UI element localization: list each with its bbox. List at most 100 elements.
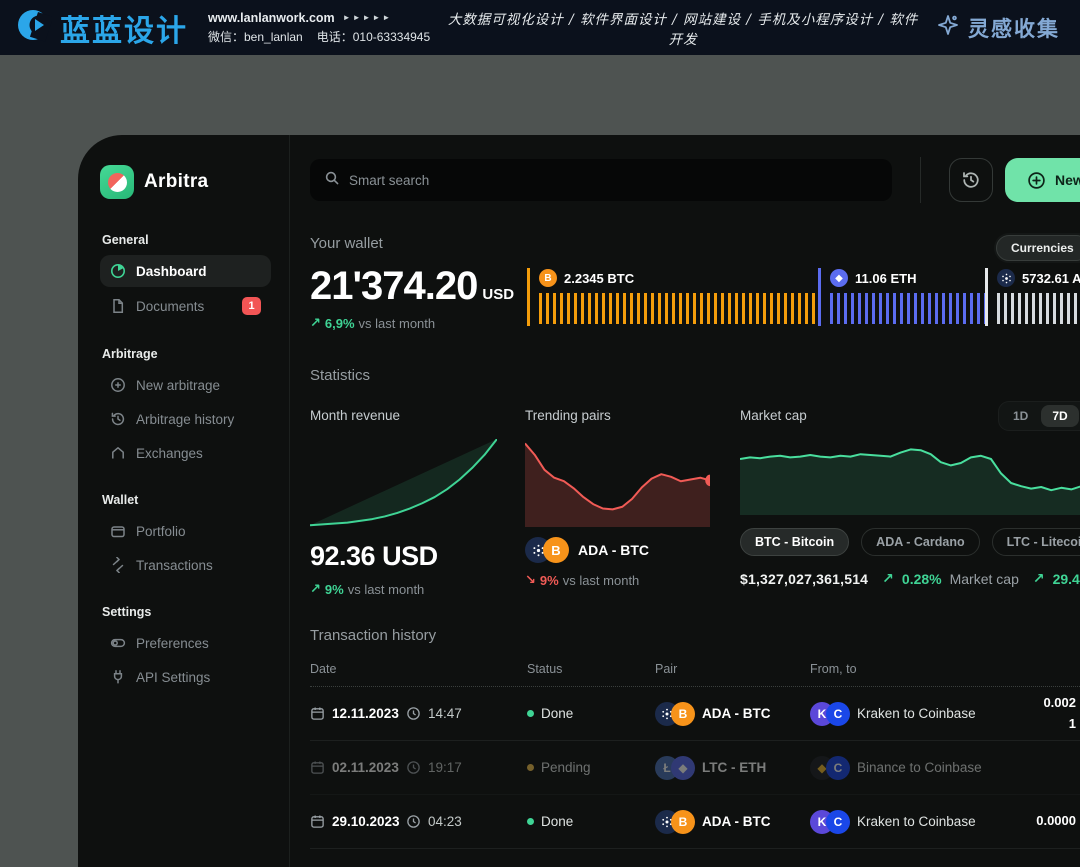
col-date: Date	[310, 662, 527, 676]
sidebar-section-arbitrage: Arbitrage	[102, 347, 271, 361]
kraken-coinbase-icons: K C	[810, 702, 850, 726]
sidebar-item-arbitrage-history[interactable]: Arbitrage history	[100, 403, 271, 435]
sidebar-item-new-arbitrage[interactable]: New arbitrage	[100, 369, 271, 401]
wallet-title: Your wallet	[310, 235, 1080, 252]
btc-ticks	[539, 293, 818, 324]
sidebar-item-label: Dashboard	[136, 264, 207, 279]
wallet-view-toggle: Currencies Exchanges	[994, 233, 1080, 263]
btc-icon: B	[671, 702, 695, 726]
sidebar-item-documents[interactable]: Documents 1	[100, 289, 271, 323]
plus-circle-icon	[1027, 171, 1046, 190]
ada-btc-pair-icons: B	[655, 702, 695, 726]
sidebar-item-label: Portfolio	[136, 524, 186, 539]
calendar-icon	[310, 760, 325, 775]
pill-ltc-litecoin[interactable]: LTC - Litecoin	[992, 528, 1080, 556]
holding-eth[interactable]: ◆ 11.06 ETH	[818, 268, 985, 326]
sidebar-item-label: Exchanges	[136, 446, 203, 461]
pill-ada-cardano[interactable]: ADA - Cardano	[861, 528, 979, 556]
sidebar-item-label: Documents	[136, 299, 204, 314]
tx-status: Done	[527, 814, 655, 829]
binance-coinbase-icons: ◆ C	[810, 756, 850, 780]
sidebar-item-exchanges[interactable]: Exchanges	[100, 437, 271, 469]
calendar-icon	[310, 814, 325, 829]
sidebar-item-dashboard[interactable]: Dashboard	[100, 255, 271, 287]
trending-delta: 9%	[540, 573, 559, 588]
wallet-currency: USD	[482, 286, 514, 303]
document-icon	[110, 298, 126, 314]
tx-date: 12.11.2023	[310, 706, 406, 721]
wallet-icon	[110, 523, 126, 539]
app-logo[interactable]: Arbitra	[100, 165, 271, 199]
range-7d[interactable]: 7D	[1041, 405, 1078, 427]
sidebar-item-transactions[interactable]: Transactions	[100, 549, 271, 581]
pill-btc-bitcoin[interactable]: BTC - Bitcoin	[740, 528, 849, 556]
eth-amount: 11.06	[855, 271, 887, 286]
coinbase-icon: C	[826, 810, 850, 834]
table-row[interactable]: 12.11.2023 14:47 Done B	[310, 687, 1080, 741]
trending-pairs-chart	[525, 439, 710, 527]
sidebar-item-preferences[interactable]: Preferences	[100, 627, 271, 659]
sidebar-item-api-settings[interactable]: API Settings	[100, 661, 271, 693]
tx-from-to: K C Kraken to Coinbase	[810, 810, 1006, 834]
calendar-icon	[310, 706, 325, 721]
sidebar-item-label: Preferences	[136, 636, 209, 651]
trending-pairs-card: Trending pairs B ADA - BTC	[525, 408, 710, 597]
holding-btc[interactable]: B 2.2345 BTC	[527, 268, 818, 326]
site-logo[interactable]: 蓝蓝设计	[14, 6, 188, 50]
tx-date: 02.11.2023	[310, 760, 406, 775]
btc-icon: B	[671, 810, 695, 834]
wallet-delta-suffix: vs last month	[359, 316, 436, 331]
new-arbitrage-button[interactable]: New arbitrage	[1005, 158, 1080, 202]
month-revenue-card: Month revenue 92.36 USD ↗ 9% vs last mon…	[310, 408, 497, 597]
dashboard-icon	[110, 263, 126, 279]
sidebar-item-label: Transactions	[136, 558, 213, 573]
site-phone: 电话：010-63334945	[317, 28, 430, 45]
delta-up-arrow-icon: ↗	[1033, 570, 1045, 587]
plug-icon	[110, 669, 126, 685]
market-cap-stats: $1,327,027,361,514 ↗ 0.28% Market cap ↗ …	[740, 570, 1080, 587]
transaction-history-title: Transaction history	[310, 627, 1080, 644]
site-header: 蓝蓝设计 www.lanlanwork.com ►►►►► 微信：ben_lan…	[0, 0, 1080, 55]
month-revenue-value: 92.36 USD	[310, 541, 497, 572]
new-arbitrage-label: New arbitrage	[1055, 172, 1080, 188]
site-url[interactable]: www.lanlanwork.com	[208, 11, 335, 25]
btc-symbol: BTC	[607, 271, 634, 286]
tx-status: Pending	[527, 760, 655, 775]
toggle-icon	[110, 635, 126, 651]
coinbase-icon: C	[826, 702, 850, 726]
ada-icon	[997, 269, 1015, 287]
coinbase-icon: C	[826, 756, 850, 780]
delta-up-arrow-icon: ↗	[310, 581, 321, 597]
month-revenue-label: Month revenue	[310, 408, 497, 423]
table-row[interactable]: 29.10.2023 04:23 Done B	[310, 795, 1080, 849]
holding-ada[interactable]: 5732.61 ADA	[985, 268, 1080, 326]
sparkle-icon	[936, 13, 960, 42]
market-cap-card: Market cap 1D 7D 1M BTC - Bitcoin ADA - …	[740, 408, 1080, 597]
history-icon	[961, 170, 981, 190]
trending-pair-name: ADA - BTC	[578, 542, 649, 558]
tx-date: 29.10.2023	[310, 814, 406, 829]
col-status: Status	[527, 662, 655, 676]
collect-label: 灵感收集	[968, 13, 1060, 43]
table-row[interactable]: 02.11.2023 19:17 Pending Ł ◆	[310, 741, 1080, 795]
search-input[interactable]	[349, 173, 878, 188]
market-cap-chart	[740, 435, 1080, 515]
wallet-delta: 6,9%	[325, 316, 355, 331]
ada-symbol: ADA	[1072, 271, 1080, 286]
collect-button[interactable]: 灵感收集	[936, 13, 1066, 43]
arbitra-logo-icon	[100, 165, 134, 199]
toggle-currencies[interactable]: Currencies	[996, 235, 1080, 261]
clock-icon	[406, 814, 421, 829]
tx-time: 19:17	[406, 760, 527, 775]
topbar-divider	[920, 157, 921, 203]
range-1d[interactable]: 1D	[1002, 405, 1039, 427]
screen: 蓝蓝设计 www.lanlanwork.com ►►►►► 微信：ben_lan…	[0, 0, 1080, 867]
eth-icon: ◆	[671, 756, 695, 780]
site-contact: www.lanlanwork.com ►►►►► 微信：ben_lanlan 电…	[208, 11, 430, 45]
kraken-coinbase-icons: K C	[810, 810, 850, 834]
sidebar-item-portfolio[interactable]: Portfolio	[100, 515, 271, 547]
trending-pairs-label: Trending pairs	[525, 408, 710, 423]
site-wechat: 微信：ben_lanlan	[208, 28, 303, 45]
history-button[interactable]	[949, 158, 993, 202]
search-bar[interactable]	[310, 159, 892, 201]
